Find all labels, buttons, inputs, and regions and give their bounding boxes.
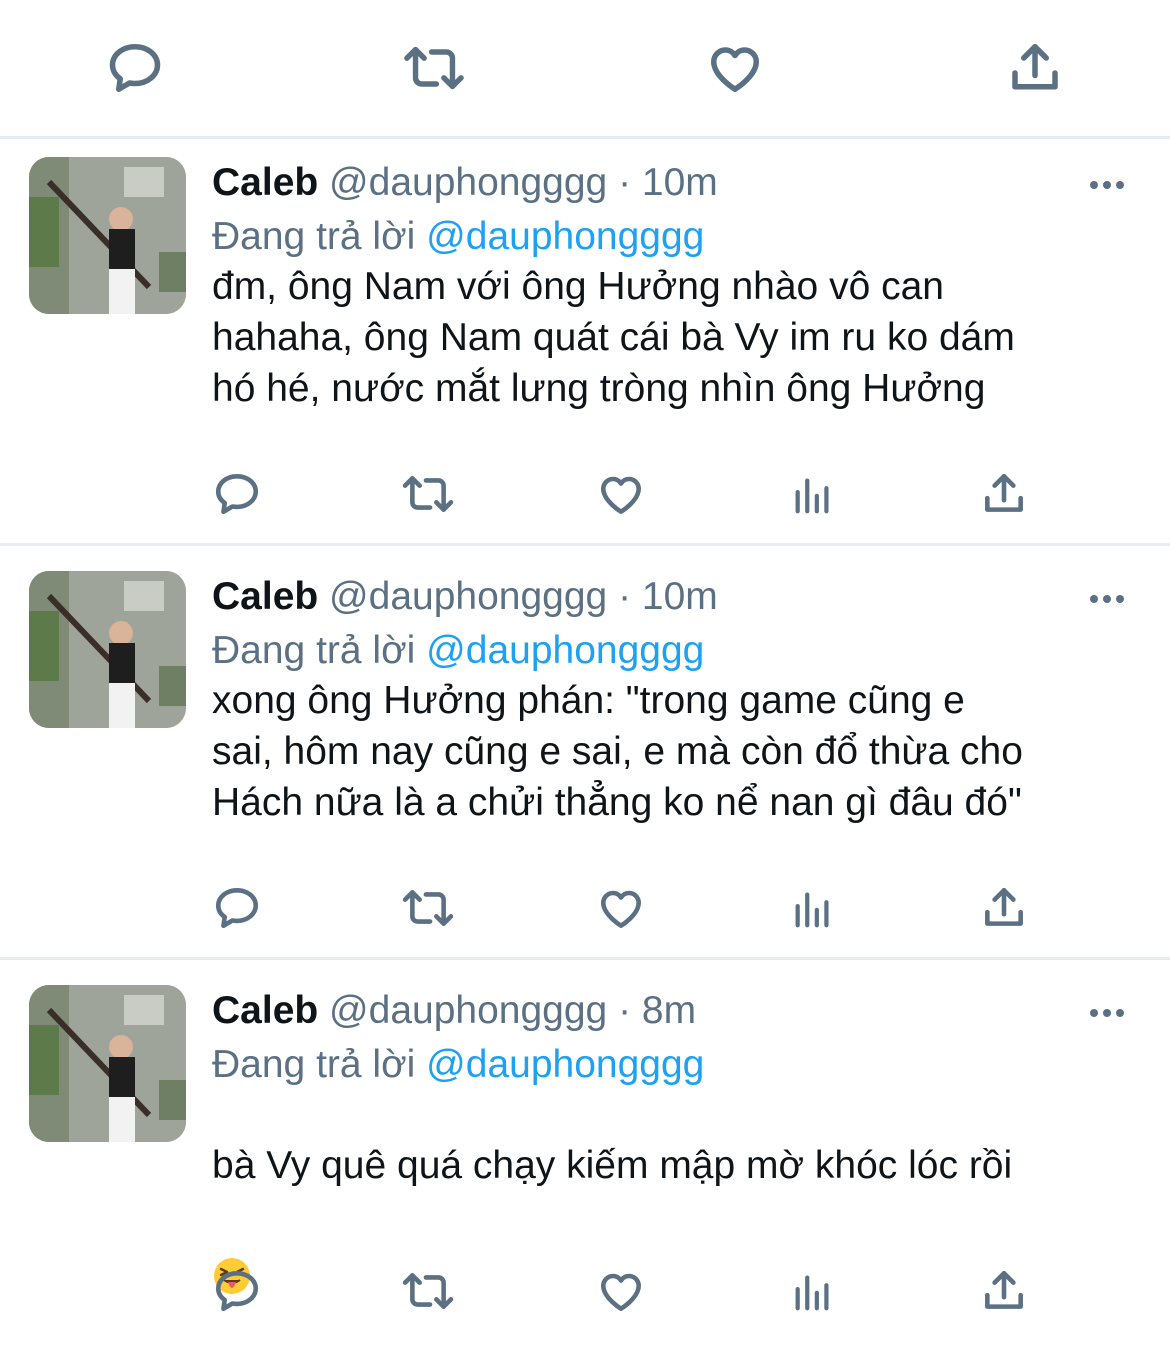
reply-button[interactable] — [202, 1256, 272, 1326]
tweet-actions — [0, 1256, 1170, 1326]
retweet-button[interactable] — [393, 459, 463, 529]
like-button[interactable] — [586, 1256, 656, 1326]
reply-button[interactable] — [103, 36, 167, 100]
share-button[interactable] — [969, 873, 1039, 943]
retweet-icon — [402, 476, 454, 512]
analytics-button[interactable] — [778, 459, 848, 529]
reply-icon — [215, 888, 259, 928]
analytics-icon — [795, 892, 829, 928]
replying-to: Đang trả lời @dauphongggg — [212, 1041, 704, 1089]
retweet-button[interactable] — [393, 1256, 463, 1326]
tweet-text: đm, ông Nam với ông Hưởng nhào vô can ha… — [212, 265, 1015, 410]
user-handle[interactable]: @dauphongggg — [329, 989, 607, 1032]
separator: · — [618, 575, 632, 618]
reply-button[interactable] — [202, 873, 272, 943]
replying-prefix: Đang trả lời — [212, 215, 416, 258]
tweet-actions — [0, 459, 1170, 529]
tweet[interactable]: Caleb @dauphongggg · 10m Đang trả lời @d… — [0, 137, 1170, 543]
share-button[interactable] — [1003, 36, 1067, 100]
tweet-text: xong ông Hưởng phán: "trong game cũng e … — [212, 679, 1023, 824]
retweet-icon — [402, 890, 454, 926]
previous-tweet-actions — [0, 0, 1170, 136]
user-name[interactable]: Caleb — [212, 161, 318, 204]
tweet-text-content: bà Vy quê quá chạy kiếm mập mờ khóc lóc … — [212, 1144, 1013, 1187]
analytics-button[interactable] — [778, 1256, 848, 1326]
share-icon — [985, 474, 1023, 512]
share-icon — [985, 888, 1023, 926]
like-icon — [711, 47, 759, 92]
user-name[interactable]: Caleb — [212, 575, 318, 618]
analytics-icon — [795, 478, 829, 514]
replying-prefix: Đang trả lời — [212, 1043, 416, 1086]
mention-link[interactable]: @dauphongggg — [426, 1043, 704, 1086]
tweet-actions — [0, 873, 1170, 943]
more-options-button[interactable] — [1082, 993, 1132, 1033]
reply-icon — [215, 1271, 259, 1311]
share-button[interactable] — [969, 459, 1039, 529]
analytics-icon — [795, 1275, 829, 1311]
timestamp[interactable]: 10m — [642, 161, 718, 204]
like-icon — [601, 476, 641, 514]
retweet-icon — [404, 46, 464, 90]
replying-to: Đang trả lời @dauphongggg — [212, 213, 704, 261]
more-options-button[interactable] — [1082, 165, 1132, 205]
avatar[interactable] — [29, 571, 186, 728]
user-handle[interactable]: @dauphongggg — [329, 161, 607, 204]
timestamp[interactable]: 8m — [642, 989, 696, 1032]
divider — [0, 543, 1170, 546]
reply-icon — [215, 474, 259, 514]
replying-prefix: Đang trả lời — [212, 629, 416, 672]
reply-icon — [109, 44, 161, 92]
analytics-button[interactable] — [778, 873, 848, 943]
like-button[interactable] — [586, 873, 656, 943]
share-icon — [1012, 44, 1058, 90]
like-button[interactable] — [586, 459, 656, 529]
separator: · — [618, 989, 632, 1032]
avatar[interactable] — [29, 157, 186, 314]
timestamp[interactable]: 10m — [642, 575, 718, 618]
tweet[interactable]: Caleb @dauphongggg · 10m Đang trả lời @d… — [0, 551, 1170, 957]
like-icon — [601, 1273, 641, 1311]
user-handle[interactable]: @dauphongggg — [329, 575, 607, 618]
separator: · — [618, 161, 632, 204]
share-icon — [985, 1271, 1023, 1309]
like-icon — [601, 890, 641, 928]
like-button[interactable] — [703, 36, 767, 100]
avatar[interactable] — [29, 985, 186, 1142]
tweet[interactable]: Caleb @dauphongggg · 8m Đang trả lời @da… — [0, 965, 1170, 1339]
user-name[interactable]: Caleb — [212, 989, 318, 1032]
retweet-icon — [402, 1273, 454, 1309]
tweet-header: Caleb @dauphongggg · 10m — [212, 573, 718, 621]
replying-to: Đang trả lời @dauphongggg — [212, 627, 704, 675]
reply-button[interactable] — [202, 459, 272, 529]
retweet-button[interactable] — [402, 36, 466, 100]
retweet-button[interactable] — [393, 873, 463, 943]
more-options-button[interactable] — [1082, 579, 1132, 619]
tweet-header: Caleb @dauphongggg · 10m — [212, 159, 718, 207]
divider — [0, 957, 1170, 960]
mention-link[interactable]: @dauphongggg — [426, 215, 704, 258]
share-button[interactable] — [969, 1256, 1039, 1326]
tweet-header: Caleb @dauphongggg · 8m — [212, 987, 696, 1035]
mention-link[interactable]: @dauphongggg — [426, 629, 704, 672]
